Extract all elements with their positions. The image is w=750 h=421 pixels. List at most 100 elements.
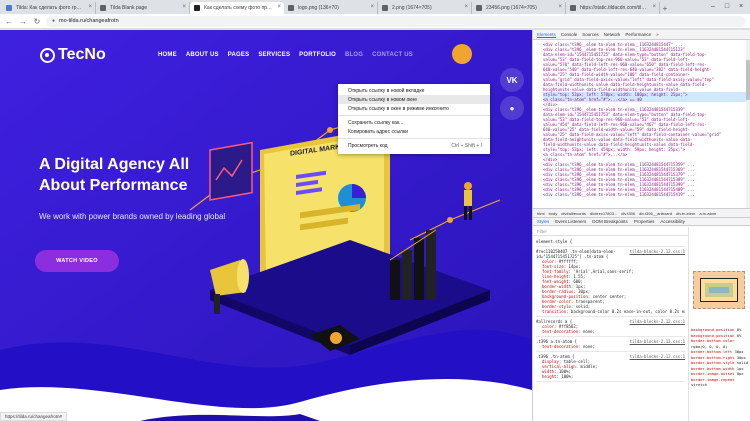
box-model-content[interactable] [709,287,729,293]
nav-portfolio[interactable]: PORTFOLIO [299,52,336,58]
tab-close-icon[interactable]: × [652,4,656,10]
forward-icon[interactable]: → [18,16,28,26]
breadcrumb-item[interactable]: div.t396__artboard [639,211,672,216]
tab-close-icon[interactable]: × [464,4,468,10]
style-rule: tilda-blocks-2.12.css:1 #allrecords a {co… [536,319,685,337]
computed-property: border-bottom-color rgba(0, 0, 0, 0) [691,338,750,349]
style-property[interactable]: transition: background-color 0.2s ease-i… [536,309,685,314]
ctx-save-link[interactable]: Сохранить ссылку как... [338,118,490,127]
box-model-border[interactable] [700,278,738,302]
devtools-tab[interactable]: Performance [625,32,651,37]
nav-services[interactable]: SERVICES [258,52,290,58]
address-bar[interactable]: ● mo-tilda.ru/changeafrotn [46,15,746,27]
tab-close-icon[interactable]: × [88,4,92,10]
box-model-margin[interactable] [693,271,745,309]
site-logo[interactable]: TecNo [40,46,106,64]
browser-tab[interactable]: 2.png (1674×705) × [378,2,472,14]
back-icon[interactable]: ← [4,16,14,26]
box-model-padding[interactable] [705,283,733,297]
devtools-subtab[interactable]: Event Listeners [555,219,586,224]
style-source-link[interactable]: tilda-blocks-2.12.css:1 [630,319,685,324]
tab-favicon-icon [570,5,576,11]
ctx-item-label: Открыть ссылку в окне в режиме инкогнито [348,105,449,112]
reload-icon[interactable]: ↻ [32,16,42,26]
computed-list: background-position 0% background-positio… [691,327,750,388]
tab-label: Tilda: Как сделать фото груп... [16,5,83,11]
tab-label: Как сделать схему фото при н... [204,5,272,11]
tab-close-icon[interactable]: × [277,4,281,10]
devtools-tab[interactable]: Sources [582,32,599,37]
breadcrumb-item[interactable]: div.t396 [621,211,635,216]
ctx-inspect[interactable]: Просмотреть код Ctrl + Shift + I [338,141,490,150]
nav-about-us[interactable]: ABOUT US [186,52,219,58]
elements-line[interactable]: <div class="t396__elem tn-elem tn-elem__… [543,192,748,197]
maximize-icon[interactable]: □ [720,0,734,12]
page-viewport: TecNo HOME ABOUT US PAGES SERVICES PORTF… [0,30,532,421]
devtools-tab[interactable]: Elements [537,32,556,38]
breadcrumb-item[interactable]: div#allrecords [561,211,586,216]
devtools-tab[interactable]: » [656,32,659,37]
tab-close-icon[interactable]: × [558,4,562,10]
devtools-tab[interactable]: Console [561,32,578,37]
watch-video-button[interactable]: WATCH VIDEO [35,250,119,272]
styles-pane[interactable]: element.style {tilda-blocks-2.12.css:1 #r… [533,237,688,421]
styles-filter-input[interactable]: Filter [533,227,688,236]
lock-icon: ● [52,18,56,24]
devtools-subtab[interactable]: DOM Breakpoints [592,219,628,224]
style-prop-value: none; [582,344,595,349]
style-source-link[interactable]: tilda-blocks-2.12.css:1 [630,339,685,344]
breadcrumb-item[interactable]: html [537,211,545,216]
close-window-icon[interactable]: × [734,0,748,12]
computed-name: background-position [691,332,735,338]
browser-tab[interactable]: Tilda: Как сделать фото груп... × [2,2,96,14]
nav-pages[interactable]: PAGES [228,52,250,58]
style-property[interactable]: text-decoration: none; [536,329,685,334]
breadcrumb-item[interactable]: div#rec17803... [590,211,617,216]
browser-tab[interactable]: https://static.tildacdn.com/tild... × [566,2,660,14]
vk-social-icon[interactable]: VK [500,68,524,92]
browser-tab[interactable]: Как сделать схему фото при н... × [190,2,284,14]
devtools-tab[interactable]: Network [604,32,621,37]
style-source-link[interactable]: tilda-blocks-2.12.css:1 [630,249,685,254]
minimize-icon[interactable]: – [706,0,720,12]
logo-mark-icon [40,47,55,63]
nav-contact-us[interactable]: CONTACT US [372,52,413,58]
window-controls: – □ × [706,0,748,12]
computed-name: border-bottom-right [691,354,735,360]
devtools-subtab[interactable]: Styles [537,219,549,224]
ctx-open-new-tab[interactable]: Открыть ссылку в новой вкладке [338,86,490,95]
tab-favicon-icon [100,5,106,11]
devtools-subtab[interactable]: Properties [634,219,655,224]
nav-home[interactable]: HOME [158,52,177,58]
style-source-link[interactable]: tilda-blocks-2.12.css:1 [630,354,685,359]
tab-label: Tilda Blank page [110,5,148,11]
browser-tab[interactable]: logo.png (136×70) × [284,2,378,14]
browser-tab[interactable]: Tilda Blank page × [96,2,190,14]
ctx-open-new-window[interactable]: Открыть ссылку в новом окне [338,95,490,104]
status-bar-url: https://tilda.ru/changeafrotn# [0,412,68,421]
ctx-item-label: Открыть ссылку в новой вкладке [348,87,425,94]
breadcrumb-item[interactable]: body [549,211,558,216]
breadcrumb-item[interactable]: a.tn-atom [699,211,716,216]
tab-favicon-icon [194,5,200,11]
address-url: mo-tilda.ru/changeafrotn [59,18,119,24]
style-property[interactable]: text-decoration: none; [536,344,685,349]
style-property[interactable]: height: 100%; [536,374,685,379]
tab-label: logo.png (136×70) [298,5,339,11]
ctx-separator [338,115,490,116]
nav-blog[interactable]: BLOG [345,52,363,58]
site-nav: HOME ABOUT US PAGES SERVICES PORTFOLIO B… [158,52,413,58]
browser-tab[interactable]: 23456.png (1674×705) × [472,2,566,14]
tab-close-icon[interactable]: × [182,4,186,10]
ctx-open-incognito[interactable]: Открыть ссылку в окне в режиме инкогнито [338,104,490,113]
elements-tree[interactable]: <div class="t396__elem tn-elem tn-elem__… [533,40,750,208]
tab-close-icon[interactable]: × [370,4,374,10]
breadcrumb-item[interactable]: div.tn-elem [676,211,695,216]
style-prop-name: text-decoration [542,344,579,349]
nav-action-circle[interactable] [452,44,472,64]
devtools-subtab[interactable]: Accessibility [660,219,685,224]
ctx-copy-link[interactable]: Копировать адрес ссылки [338,127,490,136]
computed-value: 30px [734,349,744,354]
elements-scrollbar[interactable] [746,40,750,208]
new-tab-icon[interactable]: + [660,2,670,14]
